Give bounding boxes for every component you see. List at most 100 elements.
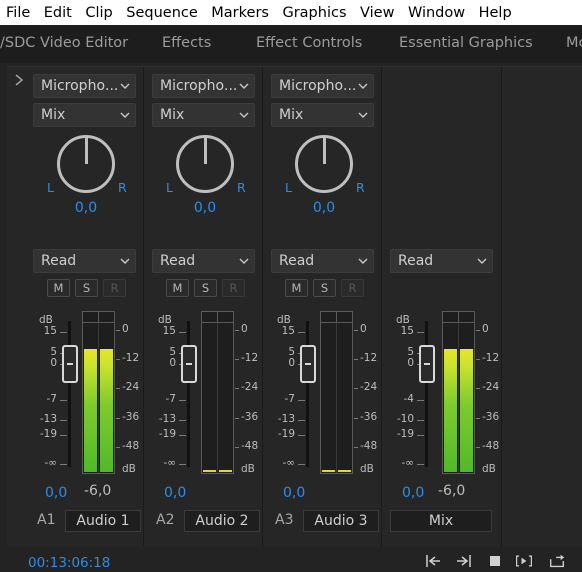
track-1-pan-right-label: R	[118, 180, 127, 195]
track-1-fader-scale-label: -13	[39, 413, 57, 425]
track-3-peak-indicator[interactable]	[321, 312, 352, 323]
master-meter-bar-left	[444, 349, 457, 472]
master-meter-bar-right	[460, 349, 473, 472]
master-fader-tick	[417, 400, 424, 401]
master-meter-scale-label: -36	[482, 411, 500, 423]
master-volume-value[interactable]: 0,0	[402, 485, 424, 501]
track-2-input-select[interactable]: Microphо...	[152, 74, 255, 98]
audio-track-mixer-panel: Microphо... Mix L R 0,0 Read M S RdB 15 5 0 -7 -13 -19…	[0, 63, 582, 572]
go-to-in-icon[interactable]	[424, 553, 442, 569]
menu-markers[interactable]: Markers	[211, 5, 269, 21]
master-volume-fader[interactable]	[418, 345, 435, 383]
track-1-meter-divider	[98, 323, 99, 473]
master-meter-divider	[458, 323, 459, 473]
menu-view[interactable]: View	[360, 5, 394, 21]
track-1-pan-knob[interactable]	[57, 135, 115, 193]
track-3-mute-button[interactable]: M	[285, 279, 308, 297]
menu-graphics[interactable]: Graphics	[282, 5, 346, 21]
track-1-pan-indicator	[84, 137, 88, 164]
master-fader-track	[425, 321, 428, 467]
track-2-peak-indicator[interactable]	[202, 312, 233, 323]
track-3-volume-fader[interactable]	[299, 345, 316, 383]
track-2-volume-value[interactable]: 0,0	[164, 485, 186, 501]
track-2-automation-select[interactable]: Read	[152, 249, 255, 273]
track-1-input-select[interactable]: Microphо...	[33, 74, 136, 98]
track-1-peak-indicator[interactable]	[83, 312, 114, 323]
track-1-record-button[interactable]: R	[103, 279, 126, 297]
master-meter-scale-label: -24	[482, 381, 500, 393]
master-track-name[interactable]: Mix	[390, 510, 492, 532]
track-3-meter-scale-label: -36	[360, 411, 378, 423]
go-to-out-icon[interactable]	[455, 553, 473, 569]
chevron-down-icon	[239, 112, 249, 118]
menu-edit[interactable]: Edit	[44, 5, 72, 21]
menu-bar: File Edit Clip Sequence Markers Graphics…	[0, 0, 582, 25]
track-1-mode-select[interactable]: Mix	[33, 103, 136, 127]
track-2-meter-tick	[235, 447, 239, 448]
track-2-mode-select[interactable]: Mix	[152, 103, 255, 127]
track-2-solo-button[interactable]: S	[194, 279, 217, 297]
tab-effect-controls[interactable]: Effect Controls	[256, 35, 362, 51]
stop-icon[interactable]	[486, 553, 504, 569]
track-1-solo-button[interactable]: S	[75, 279, 98, 297]
tab-essential-graphics[interactable]: Essential Graphics	[399, 35, 533, 51]
track-2-fader-tick	[179, 420, 186, 421]
track-2-pan-right-label: R	[237, 180, 246, 195]
track-3-meter-scale-label: -12	[360, 352, 378, 364]
track-3-pan-value[interactable]: 0,0	[304, 200, 344, 216]
track-2-fader-track	[187, 321, 190, 467]
master-automation-select[interactable]: Read	[390, 249, 493, 273]
menu-sequence[interactable]: Sequence	[126, 5, 198, 21]
master-peak-value: -6,0	[438, 483, 466, 499]
track-3-track-name[interactable]: Audio 3	[303, 510, 379, 532]
master-fader-scale-label: -19	[396, 428, 414, 440]
track-3-solo-button[interactable]: S	[313, 279, 336, 297]
loop-icon[interactable]	[548, 553, 566, 569]
menu-window[interactable]: Window	[408, 5, 465, 21]
track-1-track-name[interactable]: Audio 1	[65, 510, 141, 532]
track-3-input-select[interactable]: Microphо...	[271, 74, 374, 98]
track-2-track-name[interactable]: Audio 2	[184, 510, 260, 532]
menu-file[interactable]: File	[6, 5, 30, 21]
track-2-fader-scale-label: -∞	[163, 457, 176, 469]
menu-help[interactable]: Help	[479, 5, 512, 21]
track-3-mode-select[interactable]: Mix	[271, 103, 374, 127]
chevron-down-icon	[120, 258, 130, 264]
track-2-mute-button[interactable]: M	[166, 279, 189, 297]
track-1-meter-bar-left	[84, 349, 97, 472]
track-3-pan-knob[interactable]	[295, 135, 353, 193]
track-2-pan-value[interactable]: 0,0	[185, 200, 225, 216]
track-1-fader-tick	[60, 332, 67, 333]
track-1-pan-value[interactable]: 0,0	[66, 200, 106, 216]
track-2-meter-db-unit: dB	[241, 463, 255, 475]
track-1-meter-scale-label: -48	[122, 440, 140, 452]
track-3-level-meter	[320, 311, 353, 474]
expand-chevron-icon[interactable]	[12, 73, 26, 87]
chevron-down-icon	[120, 112, 130, 118]
track-1-volume-fader[interactable]	[61, 345, 78, 383]
master-fader-tick	[417, 435, 424, 436]
track-2-record-button[interactable]: R	[222, 279, 245, 297]
tab-sdc-video-editor[interactable]: /SDC Video Editor	[0, 35, 128, 51]
menu-clip[interactable]: Clip	[85, 5, 112, 21]
track-3-meter-scale-label: -24	[360, 381, 378, 393]
track-3-fader-scale-label: -7	[284, 393, 295, 405]
track-2-pan-knob[interactable]	[176, 135, 234, 193]
master-peak-indicator[interactable]	[443, 312, 474, 323]
track-2-meter-scale-label: -12	[241, 352, 259, 364]
tab-effects[interactable]: Effects	[162, 35, 211, 51]
track-1-mute-button[interactable]: M	[47, 279, 70, 297]
track-1-volume-value[interactable]: 0,0	[45, 485, 67, 501]
track-1-automation-select[interactable]: Read	[33, 249, 136, 273]
track-1-mode-select-label: Mix	[41, 107, 66, 123]
track-2-fader-scale-label: 15	[162, 325, 176, 337]
track-1-meter-tick	[116, 418, 120, 419]
timecode[interactable]: 00:13:06:18	[28, 555, 110, 571]
tab-truncated[interactable]: Mc	[566, 35, 582, 51]
play-in-to-out-icon[interactable]	[515, 553, 533, 569]
track-3-meter-scale-label: 0	[360, 323, 367, 335]
track-3-automation-select[interactable]: Read	[271, 249, 374, 273]
track-2-volume-fader[interactable]	[180, 345, 197, 383]
track-3-volume-value[interactable]: 0,0	[283, 485, 305, 501]
track-3-record-button[interactable]: R	[341, 279, 364, 297]
